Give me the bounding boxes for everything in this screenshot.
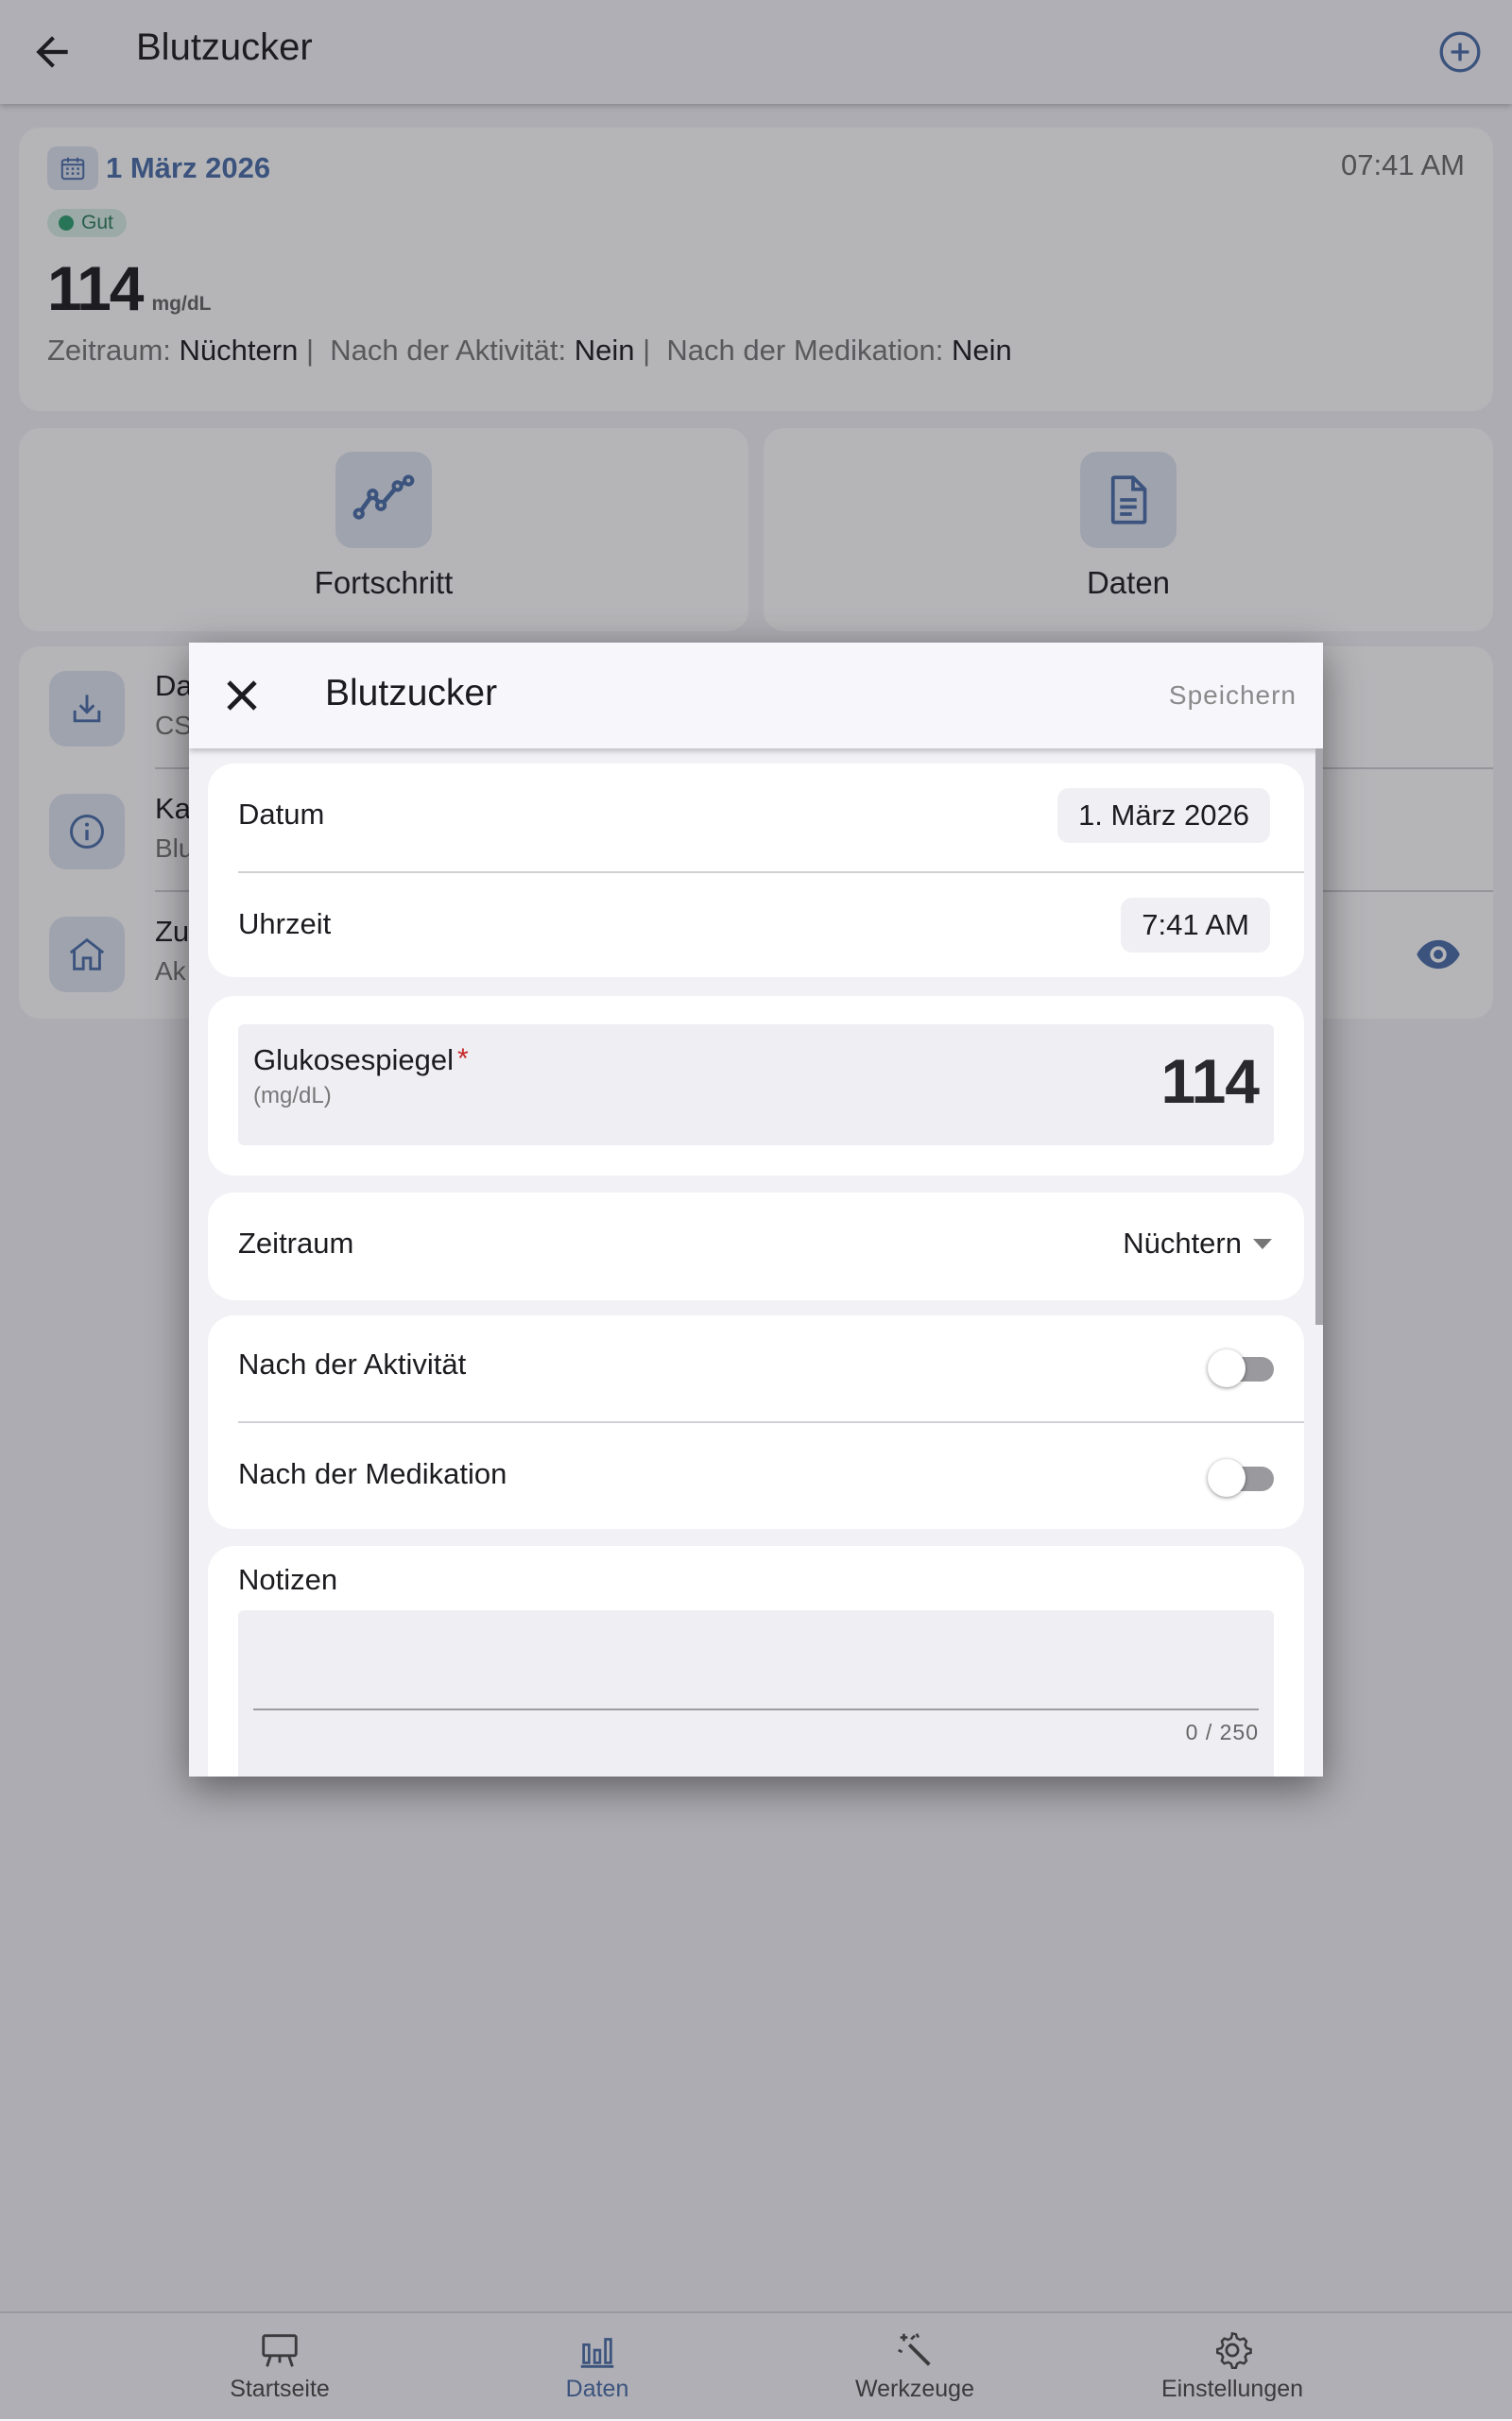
- time-label: Uhrzeit: [238, 907, 332, 940]
- dialog-header: Blutzucker Speichern: [189, 643, 1323, 748]
- glucose-section: Glukosespiegel * (mg/dL) 114: [208, 996, 1304, 1176]
- blood-sugar-dialog: Blutzucker Speichern Datum 1. März 2026 …: [189, 643, 1323, 1777]
- close-icon[interactable]: [219, 673, 265, 718]
- glucose-input-value[interactable]: 114: [1161, 1045, 1260, 1117]
- glucose-label: Glukosespiegel *: [253, 1043, 469, 1077]
- divider: [238, 1421, 1304, 1423]
- notes-section: Notizen 0 / 250: [208, 1546, 1304, 1777]
- after-medication-label: Nach der Medikation: [238, 1457, 507, 1490]
- glucose-label-text: Glukosespiegel: [253, 1043, 454, 1076]
- period-label: Zeitraum: [238, 1227, 354, 1260]
- save-button[interactable]: Speichern: [1169, 680, 1297, 711]
- date-time-section: Datum 1. März 2026 Uhrzeit 7:41 AM: [208, 764, 1304, 977]
- glucose-input-field[interactable]: Glukosespiegel * (mg/dL) 114: [238, 1024, 1274, 1145]
- after-activity-label: Nach der Aktivität: [238, 1348, 467, 1381]
- date-label: Datum: [238, 798, 325, 831]
- notes-label: Notizen: [238, 1563, 338, 1596]
- glucose-unit-label: (mg/dL): [253, 1083, 332, 1108]
- textarea-underline: [253, 1708, 1259, 1710]
- required-marker: *: [456, 1043, 469, 1074]
- divider: [238, 871, 1304, 873]
- time-picker-button[interactable]: 7:41 AM: [1121, 898, 1270, 953]
- notes-char-counter: 0 / 250: [1185, 1720, 1259, 1744]
- period-section: Zeitraum Nüchtern: [208, 1193, 1304, 1300]
- switch-thumb: [1208, 1349, 1246, 1387]
- dialog-title: Blutzucker: [325, 673, 498, 713]
- date-picker-button[interactable]: 1. März 2026: [1057, 788, 1270, 843]
- period-dropdown[interactable]: Nüchtern: [1123, 1227, 1272, 1261]
- switch-thumb: [1208, 1459, 1246, 1497]
- scrollbar[interactable]: [1315, 748, 1323, 1325]
- after-activity-switch[interactable]: [1208, 1348, 1274, 1389]
- notes-textarea[interactable]: 0 / 250: [238, 1610, 1274, 1777]
- chevron-down-icon: [1253, 1238, 1272, 1249]
- after-medication-switch[interactable]: [1208, 1457, 1274, 1499]
- toggles-section: Nach der Aktivität Nach der Medikation: [208, 1315, 1304, 1529]
- period-dropdown-value: Nüchtern: [1123, 1227, 1242, 1260]
